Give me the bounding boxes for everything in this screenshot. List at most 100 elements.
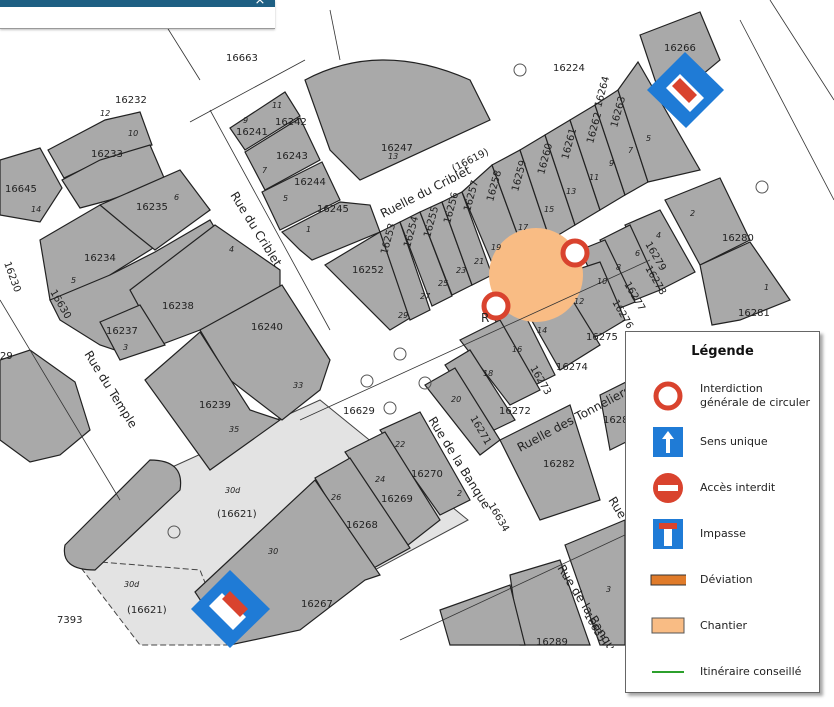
svg-text:16224: 16224 <box>553 63 585 74</box>
legend-label: Itinéraire conseillé <box>700 665 802 678</box>
legend-label: Interdiction générale de circuler <box>700 382 811 409</box>
svg-text:16282: 16282 <box>543 459 575 470</box>
svg-text:1: 1 <box>306 225 311 234</box>
svg-text:3: 3 <box>123 343 128 352</box>
one-way-arrow-icon <box>650 424 686 460</box>
svg-text:16232: 16232 <box>115 95 147 106</box>
svg-text:4: 4 <box>656 231 661 240</box>
svg-text:5: 5 <box>71 276 76 285</box>
svg-text:6: 6 <box>635 249 640 258</box>
svg-text:17: 17 <box>518 223 529 232</box>
svg-text:16239: 16239 <box>199 400 231 411</box>
legend-label: Sens unique <box>700 435 768 448</box>
svg-text:16274: 16274 <box>556 362 588 373</box>
legend-item-deviation: Déviation <box>626 562 819 598</box>
svg-text:35: 35 <box>229 425 239 434</box>
svg-text:18: 18 <box>483 369 493 378</box>
svg-text:16269: 16269 <box>381 494 413 505</box>
svg-text:16281: 16281 <box>738 308 770 319</box>
svg-text:21: 21 <box>474 257 484 266</box>
legend-label: Impasse <box>700 527 746 540</box>
svg-text:25: 25 <box>438 279 448 288</box>
svg-text:(16621): (16621) <box>217 509 257 520</box>
svg-text:16235: 16235 <box>136 202 168 213</box>
svg-text:29: 29 <box>398 311 408 320</box>
svg-text:16243: 16243 <box>276 151 308 162</box>
svg-text:22: 22 <box>395 440 405 449</box>
svg-text:16252: 16252 <box>352 265 384 276</box>
svg-text:7393: 7393 <box>57 615 82 626</box>
svg-text:3: 3 <box>606 585 611 594</box>
svg-text:16: 16 <box>512 345 522 354</box>
recommended-route-icon <box>650 654 686 690</box>
svg-text:16280: 16280 <box>722 233 754 244</box>
svg-text:16629: 16629 <box>343 406 375 417</box>
svg-text:2: 2 <box>690 209 695 218</box>
svg-text:8: 8 <box>616 263 621 272</box>
svg-text:16244: 16244 <box>294 177 326 188</box>
svg-text:11: 11 <box>589 173 599 182</box>
svg-text:29: 29 <box>0 351 13 362</box>
svg-text:30d: 30d <box>124 580 140 589</box>
legend-item-sens-unique: Sens unique <box>626 424 819 460</box>
svg-text:5: 5 <box>646 134 651 143</box>
legend-item-chantier: Chantier <box>626 608 819 644</box>
svg-text:16645: 16645 <box>5 184 37 195</box>
svg-text:(16621): (16621) <box>127 605 167 616</box>
svg-text:26: 26 <box>331 493 341 502</box>
svg-text:16268: 16268 <box>346 520 378 531</box>
svg-text:16240: 16240 <box>251 322 283 333</box>
svg-text:4: 4 <box>229 245 234 254</box>
svg-text:10: 10 <box>597 277 607 286</box>
detour-arrow-icon <box>650 562 686 598</box>
legend-item-itineraire: Itinéraire conseillé <box>626 654 819 690</box>
svg-text:16234: 16234 <box>84 253 116 264</box>
panel-title-strip <box>0 0 275 7</box>
svg-text:16272: 16272 <box>499 406 531 417</box>
svg-text:6: 6 <box>174 193 179 202</box>
svg-text:16241: 16241 <box>236 127 268 138</box>
svg-text:30: 30 <box>268 547 278 556</box>
svg-text:23: 23 <box>456 266 466 275</box>
svg-text:24: 24 <box>375 475 385 484</box>
legend-title: Légende <box>691 344 754 359</box>
svg-text:16237: 16237 <box>106 326 138 337</box>
legend-item-interdiction: Interdiction générale de circuler <box>626 378 819 414</box>
svg-text:16242: 16242 <box>275 117 307 128</box>
legend-panel: Légende Interdiction générale de circule… <box>625 331 820 693</box>
svg-text:16245: 16245 <box>317 204 349 215</box>
svg-text:16663: 16663 <box>226 53 258 64</box>
svg-text:14: 14 <box>537 326 547 335</box>
svg-text:12: 12 <box>574 297 584 306</box>
legend-label: Accès interdit <box>700 481 776 494</box>
svg-text:12: 12 <box>100 109 110 118</box>
svg-text:11: 11 <box>272 101 282 110</box>
svg-text:15: 15 <box>544 205 554 214</box>
svg-text:5: 5 <box>283 194 288 203</box>
svg-text:9: 9 <box>609 159 614 168</box>
legend-label: Chantier <box>700 619 748 632</box>
svg-text:16267: 16267 <box>301 599 333 610</box>
svg-text:16275: 16275 <box>586 332 618 343</box>
svg-text:27: 27 <box>420 292 431 301</box>
svg-text:19: 19 <box>491 243 501 252</box>
interdiction-icon <box>650 378 686 414</box>
svg-text:16266: 16266 <box>664 43 696 54</box>
legend-item-impasse: Impasse <box>626 516 819 552</box>
dead-end-icon <box>650 516 686 552</box>
svg-text:9: 9 <box>243 116 248 125</box>
svg-text:14: 14 <box>31 205 41 214</box>
close-icon[interactable]: × <box>253 0 267 8</box>
svg-text:13: 13 <box>388 152 398 161</box>
svg-text:10: 10 <box>128 129 138 138</box>
svg-text:16233: 16233 <box>91 149 123 160</box>
street-label-partial-r: R <box>481 311 489 325</box>
info-panel-header: × <box>0 0 275 29</box>
svg-text:16270: 16270 <box>411 469 443 480</box>
svg-text:30d: 30d <box>225 486 241 495</box>
svg-text:13: 13 <box>566 187 576 196</box>
svg-text:2: 2 <box>457 489 462 498</box>
svg-text:1: 1 <box>764 283 769 292</box>
svg-text:33: 33 <box>293 381 303 390</box>
no-entry-icon <box>650 470 686 506</box>
